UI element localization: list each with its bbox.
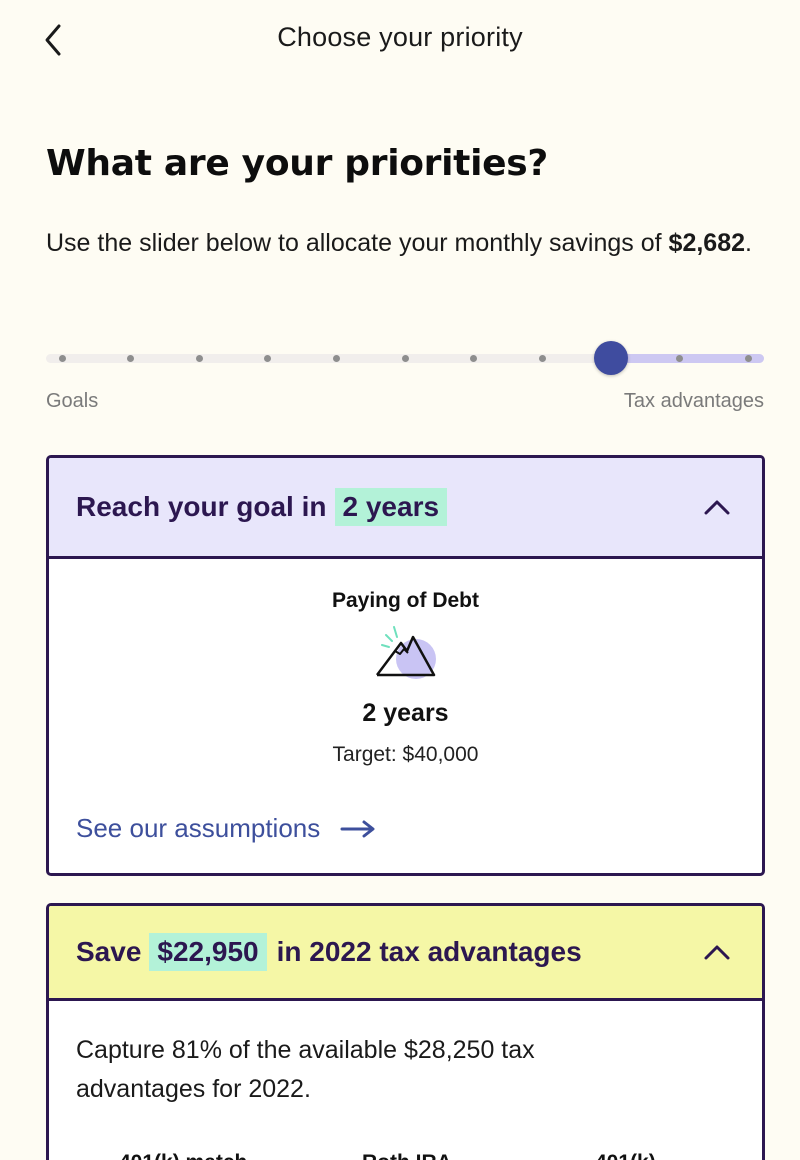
goal-years: 2 years	[362, 699, 449, 727]
arrow-right-icon	[340, 820, 375, 837]
priorities-heading: What are your priorities?	[46, 143, 548, 184]
tax-title-prefix: Save	[76, 936, 142, 967]
goal-card-header[interactable]: Reach your goal in 2 years	[49, 458, 762, 559]
slider-step-dot[interactable]	[744, 355, 752, 362]
intro-period: .	[745, 229, 752, 257]
slider-step-dot[interactable]	[195, 355, 203, 362]
tax-description: Capture 81% of the available $28,250 tax…	[76, 1036, 535, 1103]
slider-step-dot[interactable]	[332, 355, 340, 362]
slider-label-goals: Goals	[46, 390, 99, 412]
tax-amount-highlight: $22,950	[149, 933, 267, 971]
priority-slider[interactable]	[46, 340, 764, 376]
mountain-icon	[376, 626, 436, 679]
goal-years-highlight: 2 years	[334, 488, 448, 526]
account-list: 401(k) match Roth IRA 401(k)	[49, 1151, 762, 1160]
goal-card-body: Paying of Debt 2 years Target: $40,000 S…	[49, 559, 762, 873]
slider-step-dot[interactable]	[401, 355, 409, 362]
see-assumptions-label: See our assumptions	[76, 813, 321, 843]
slider-step-dot[interactable]	[675, 355, 683, 362]
tax-card-title: Save $22,950 in 2022 tax advantages	[76, 933, 582, 971]
slider-thumb[interactable]	[593, 341, 628, 375]
page-title: Choose your priority	[277, 22, 523, 52]
intro-text: Use the slider below to allocate your mo…	[46, 224, 766, 263]
intro-sentence: Use the slider below to allocate your mo…	[46, 229, 669, 257]
see-assumptions-link[interactable]: See our assumptions	[76, 813, 376, 844]
goal-target: Target: $40,000	[332, 743, 479, 766]
goal-name: Paying of Debt	[331, 589, 479, 612]
chevron-up-icon[interactable]	[702, 497, 732, 517]
savings-amount: $2,682	[668, 229, 746, 257]
top-bar: Choose your priority	[0, 0, 800, 80]
slider-step-dot[interactable]	[538, 355, 546, 362]
account-roth-ira: Roth IRA	[362, 1151, 452, 1160]
goal-card-title: Reach your goal in 2 years	[76, 488, 448, 526]
slider-step-dot[interactable]	[58, 355, 66, 362]
tax-card-body: Capture 81% of the available $28,250 tax…	[49, 1001, 762, 1160]
tax-card: Save $22,950 in 2022 tax advantages Capt…	[46, 903, 765, 1160]
account-401k: 401(k)	[595, 1151, 656, 1160]
tax-card-header[interactable]: Save $22,950 in 2022 tax advantages	[49, 906, 762, 1001]
goal-card: Reach your goal in 2 years Paying of Deb…	[46, 455, 765, 876]
slider-fill	[610, 354, 764, 363]
chevron-up-icon[interactable]	[702, 942, 732, 962]
slider-label-tax: Tax advantages	[623, 390, 764, 412]
goal-title-prefix: Reach your goal in	[76, 491, 327, 522]
account-401k-match: 401(k) match	[119, 1151, 247, 1160]
tax-title-suffix: in 2022 tax advantages	[276, 936, 582, 967]
